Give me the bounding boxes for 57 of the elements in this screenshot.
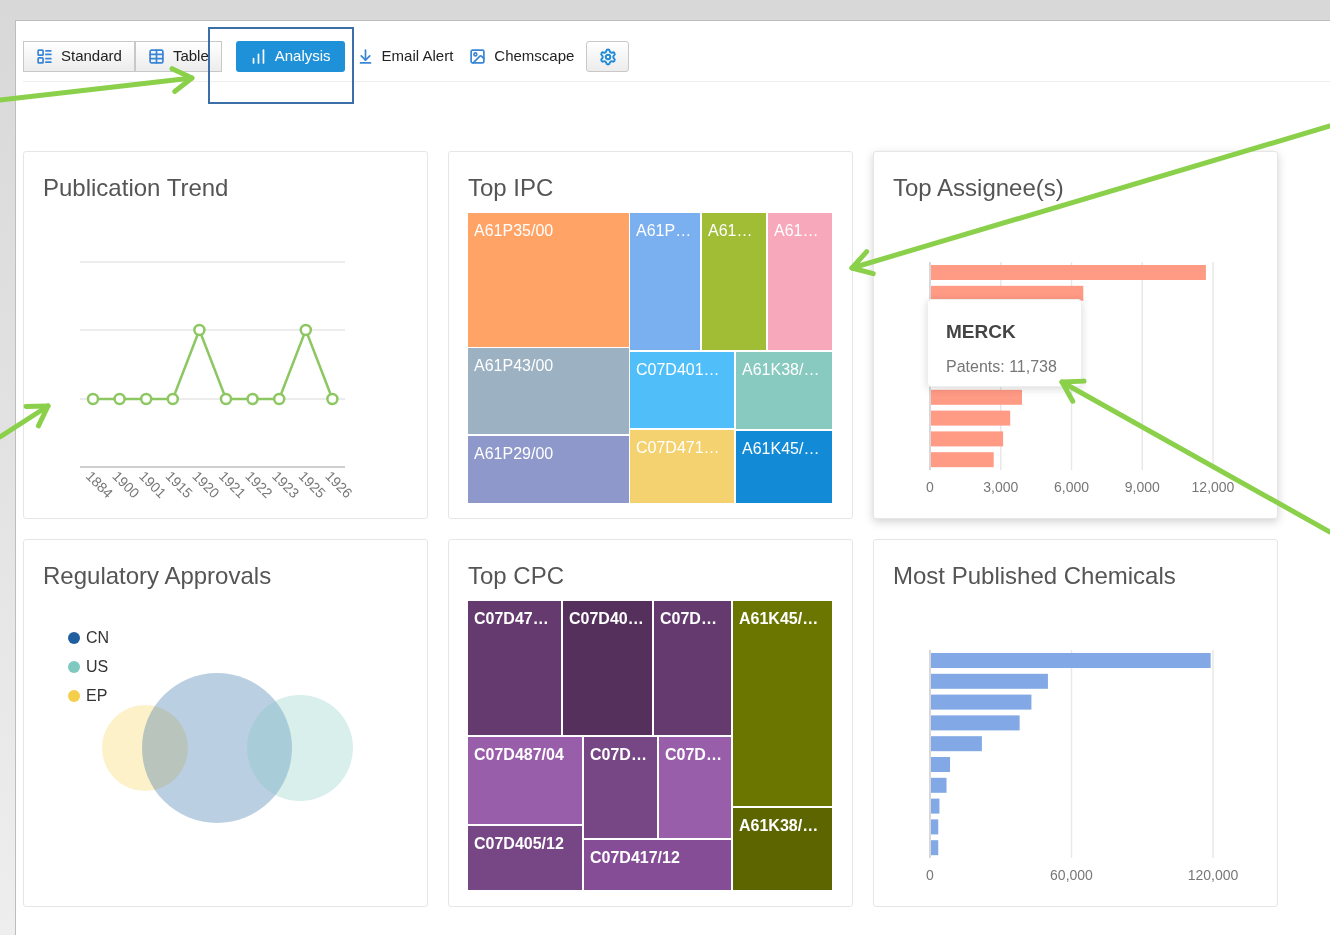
card-title: Top CPC <box>468 561 565 591</box>
legend-label: EP <box>86 686 108 706</box>
chart-bar[interactable] <box>931 265 1206 280</box>
card-title: Most Published Chemicals <box>893 561 1176 591</box>
chart-bar[interactable] <box>931 673 1048 689</box>
view-tab[interactable]: Table <box>134 41 222 72</box>
chart-bar[interactable] <box>931 777 947 793</box>
chart-bar[interactable] <box>931 757 951 772</box>
treemap-cell[interactable]: C07D417/12 <box>584 840 731 890</box>
axis-tick-label: 60,000 <box>1050 867 1093 883</box>
axis-tick-label: 12,000 <box>1191 479 1235 495</box>
chart-bar[interactable] <box>931 431 1004 447</box>
chart-bar[interactable] <box>931 452 994 468</box>
list-icon <box>36 48 53 65</box>
axis-tick-label: 9,000 <box>1124 479 1160 495</box>
axis-tick-label: 6,000 <box>1054 479 1089 495</box>
axis-tick-label: 0 <box>926 479 934 495</box>
card-title: Top IPC <box>468 173 554 203</box>
chart-bar[interactable] <box>931 819 939 835</box>
treemap-cell[interactable]: C07D47… <box>468 601 561 735</box>
treemap-cell[interactable]: A61K38/… <box>733 808 832 890</box>
tooltip-title: MERCK <box>946 320 1017 344</box>
treemap-cell[interactable]: C07D405/12 <box>468 826 582 890</box>
card-title: Publication Trend <box>43 173 229 203</box>
chart-bar[interactable] <box>931 653 1211 668</box>
chart-bar[interactable] <box>931 840 939 856</box>
treemap-cell[interactable]: A61K45/… <box>736 431 832 503</box>
axis-tick-label: 120,000 <box>1187 867 1239 883</box>
settings-icon <box>598 47 617 66</box>
treemap-cell[interactable]: C07D… <box>654 601 731 735</box>
legend-label: CN <box>86 628 110 648</box>
card-title: Regulatory Approvals <box>43 561 272 591</box>
chart-bar[interactable] <box>931 410 1011 426</box>
view-tab[interactable]: Standard <box>23 41 135 72</box>
chart-bar[interactable] <box>931 389 1022 405</box>
legend-label: US <box>86 657 109 677</box>
toolbar-link[interactable]: Email Alert <box>348 41 462 72</box>
card-title: Top Assignee(s) <box>893 173 1064 203</box>
treemap-cell[interactable]: C07D40… <box>563 601 652 735</box>
treemap-cell[interactable]: C07D… <box>584 737 657 838</box>
treemap-cell[interactable]: C07D… <box>659 737 731 838</box>
tooltip-text: Patents: 11,738 <box>946 356 1058 377</box>
treemap-cell[interactable]: A61P29/00 <box>468 436 629 503</box>
chart-bar[interactable] <box>931 736 982 752</box>
chart-bar[interactable] <box>931 715 1020 731</box>
chart-bar[interactable] <box>931 694 1032 710</box>
settings-button[interactable] <box>586 41 630 72</box>
chart-bar[interactable] <box>931 798 940 814</box>
view-tab[interactable]: Analysis <box>235 41 345 72</box>
axis-tick-label: 3,000 <box>983 479 1019 495</box>
image-icon <box>469 48 487 65</box>
toolbar-link[interactable]: Chemscape <box>461 41 583 72</box>
treemap-cell[interactable]: A61K45/… <box>733 601 832 806</box>
axis-tick-label: 0 <box>926 867 934 883</box>
table-grid-icon <box>147 48 165 65</box>
callout-arrow <box>0 403 51 440</box>
treemap-cell[interactable]: C07D487/04 <box>468 737 582 824</box>
